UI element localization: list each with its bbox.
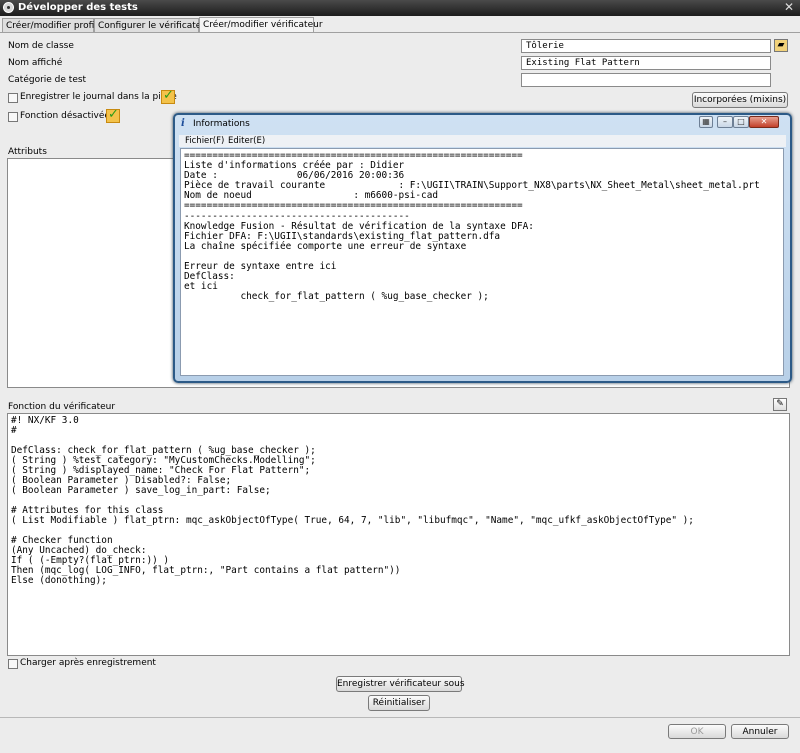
valid-check-icon	[106, 107, 120, 123]
displayed-name-field[interactable]: Existing Flat Pattern	[521, 56, 771, 70]
title-bar: Développer des tests ✕	[0, 0, 800, 16]
menu-file[interactable]: Fichier(F)	[185, 136, 224, 146]
close-icon[interactable]: ✕	[749, 116, 779, 128]
disabled-function-checkbox[interactable]	[8, 112, 18, 122]
close-icon[interactable]: ✕	[784, 0, 794, 14]
test-category-field[interactable]	[521, 73, 771, 87]
tab-label: Créer/modifier vérificateur	[203, 20, 323, 30]
log-in-part-checkbox[interactable]	[8, 93, 18, 103]
tab-label: Configurer le vérificateur	[98, 21, 211, 31]
class-name-field[interactable]: Tôlerie	[521, 39, 771, 53]
info-window-title: Informations	[193, 119, 250, 129]
reset-button[interactable]: Réinitialiser	[368, 695, 430, 711]
save-checker-as-button[interactable]: Enregistrer vérificateur sous	[336, 676, 465, 692]
disabled-function-label: Fonction désactivée	[20, 111, 110, 121]
info-content-text: ========================================…	[184, 150, 760, 303]
footer-divider	[0, 717, 800, 718]
displayed-name-label: Nom affiché	[8, 58, 63, 68]
mixins-button[interactable]: Incorporées (mixins)	[692, 92, 788, 108]
load-after-save-checkbox[interactable]	[8, 659, 18, 669]
info-content-pane[interactable]: ========================================…	[180, 148, 784, 376]
edit-icon[interactable]: ✎	[773, 398, 787, 411]
test-category-label: Catégorie de test	[8, 75, 87, 85]
checker-code-editor[interactable]: #! NX/KF 3.0 # DefClass: check_for_flat_…	[7, 413, 790, 656]
layout-icon[interactable]: ▦	[699, 116, 713, 128]
tab-divider	[0, 32, 800, 33]
open-folder-icon[interactable]: ▰	[774, 39, 788, 52]
load-after-save-label: Charger après enregistrement	[20, 658, 156, 668]
class-name-label: Nom de classe	[8, 41, 74, 51]
attributes-label: Attributs	[8, 147, 47, 157]
cancel-button[interactable]: Annuler	[731, 724, 789, 739]
tab-label: Créer/modifier profil	[6, 21, 97, 31]
checker-function-label: Fonction du vérificateur	[8, 402, 116, 412]
info-window[interactable]: i Informations ▦ – □ ✕ Fichier(F) Editer…	[173, 113, 792, 383]
info-menu-bar: Fichier(F) Editer(E)	[179, 135, 786, 147]
info-title-bar[interactable]: i Informations ▦ – □ ✕	[175, 115, 790, 133]
maximize-icon[interactable]: □	[733, 116, 749, 128]
checker-code: #! NX/KF 3.0 # DefClass: check_for_flat_…	[11, 415, 694, 586]
tab-create-profile[interactable]: Créer/modifier profil	[2, 18, 97, 32]
info-icon: i	[181, 118, 185, 129]
log-in-part-label: Enregistrer le journal dans la pièce	[20, 92, 177, 102]
minimize-icon[interactable]: –	[717, 116, 733, 128]
tab-create-checker[interactable]: Créer/modifier vérificateur	[199, 17, 323, 33]
ok-button[interactable]: OK	[668, 724, 726, 739]
menu-edit[interactable]: Editer(E)	[228, 136, 265, 146]
app-icon[interactable]	[3, 2, 14, 13]
valid-check-icon	[161, 88, 175, 104]
window-title: Développer des tests	[18, 2, 138, 13]
tab-configure-checker[interactable]: Configurer le vérificateur	[94, 18, 211, 32]
